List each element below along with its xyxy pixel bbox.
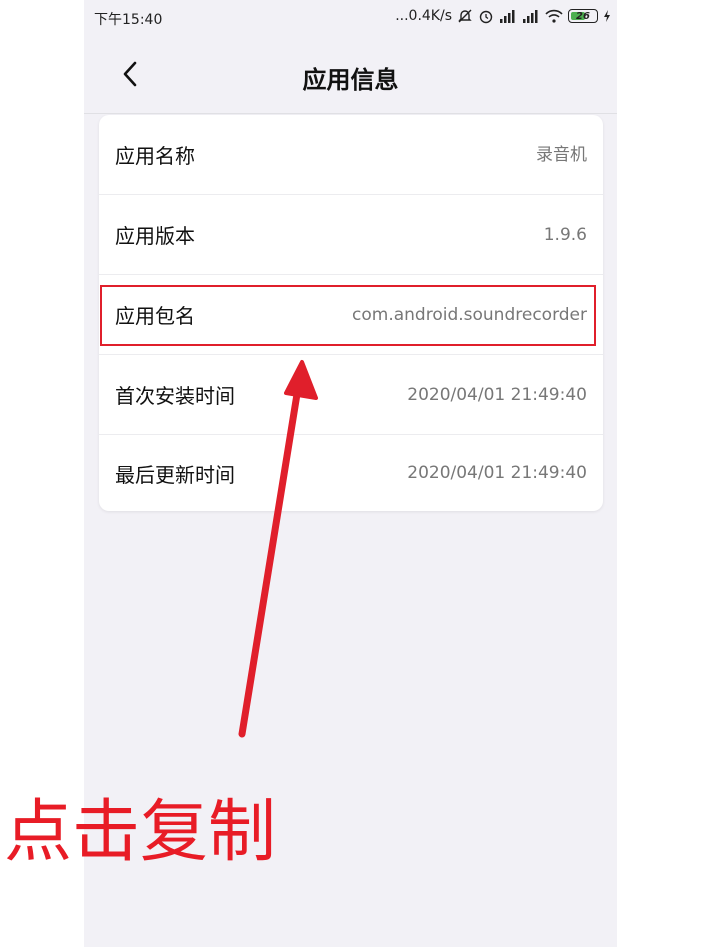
annotation-text: 点击复制 <box>4 793 277 872</box>
